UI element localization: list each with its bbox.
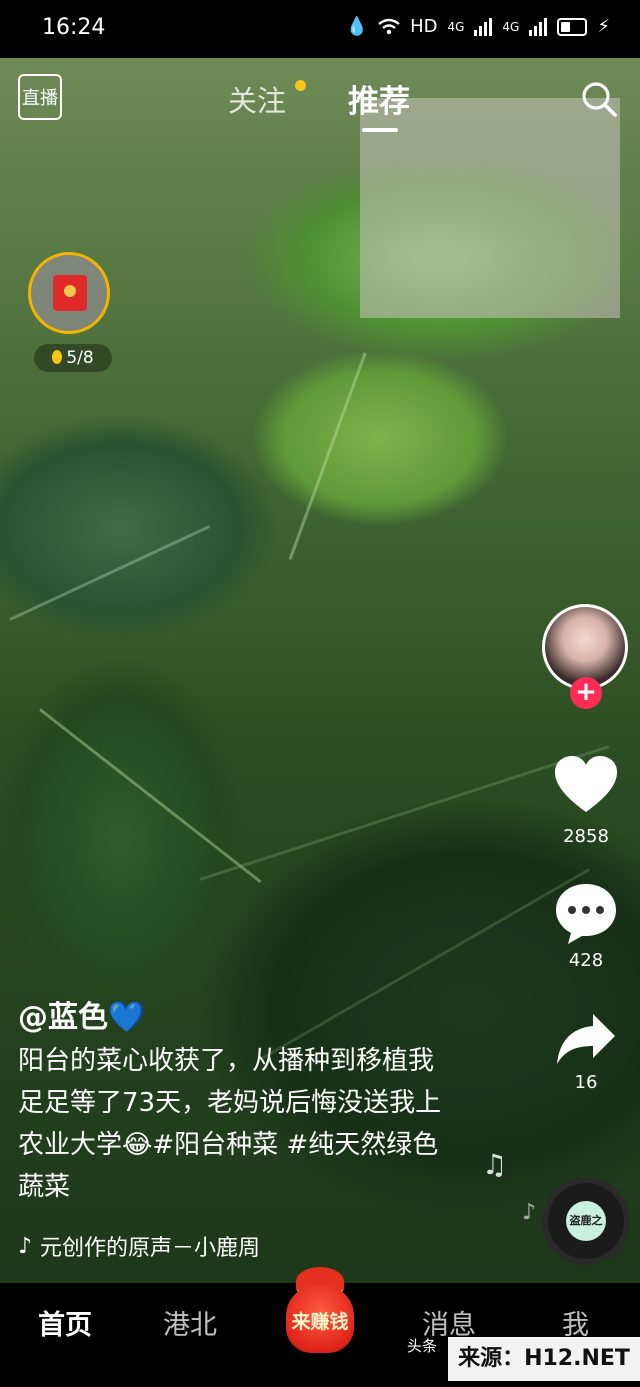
comment-count: 428 [568,950,604,971]
post-caption[interactable]: 阳台的菜心收获了，从播种到移植我足足等了73天，老妈说后悔没送我上农业大学😂#阳… [18,1040,458,1208]
leaf-vein [259,868,590,1061]
tab-following[interactable]: 关注 [228,78,286,120]
share-arrow-icon[interactable] [553,1006,619,1072]
like-count: 2858 [563,826,609,847]
leaf-stem [288,352,367,561]
battery-icon [557,17,588,36]
share-count: 16 [574,1072,598,1093]
source-watermark: 来源：H12.NET [448,1337,640,1381]
active-tab-indicator [362,128,398,132]
music-info[interactable]: ♪ 元创作的原声－小鹿周 [18,1230,260,1262]
wifi-icon [378,18,400,34]
follow-button[interactable]: + [570,677,602,709]
status-time: 16:24 [42,15,106,40]
earn-money-label: 来赚钱 [291,1311,349,1333]
music-note-icon: ♪ [18,1233,33,1259]
floating-note-icon: ♫ [482,1148,508,1181]
comment-icon[interactable] [553,880,619,946]
network-indicator-1: 4G [447,19,465,34]
status-icons: 💧 HD 4G 4G ⚡ [346,16,610,37]
music-title: 元创作的原声－小鹿周 [40,1236,261,1261]
building-window [360,98,620,318]
signal-icon [529,17,548,36]
gold-egg-icon [52,350,63,364]
floating-note-icon: ♪ [522,1200,537,1225]
status-bar: 16:24 💧 HD 4G 4G ⚡ [0,0,640,58]
reward-widget[interactable] [28,252,110,334]
reward-progress[interactable]: 5/8 [34,344,112,372]
tab-recommended[interactable]: 推荐 [348,76,410,121]
nav-home[interactable]: 首页 [38,1303,92,1342]
music-disc[interactable]: 盗鹿之 [542,1177,630,1265]
charging-icon: ⚡ [597,16,610,37]
network-indicator-2: 4G [502,19,520,34]
leaf-stem [39,708,262,884]
leaf-vein [9,525,211,621]
search-icon[interactable] [580,80,618,118]
author-name[interactable]: @蓝色💙 [18,992,145,1036]
disc-label: 盗鹿之 [566,1201,606,1241]
nav-local[interactable]: 港北 [163,1303,217,1342]
leaf-vein [199,745,610,881]
live-button[interactable]: 直播 [18,74,62,120]
signal-icon [474,17,493,36]
reward-progress-text: 5/8 [66,348,94,368]
coin-icon [64,285,76,297]
like-heart-icon[interactable] [553,754,619,820]
headline-tag: 头条 [407,1337,438,1355]
new-content-dot [295,80,306,91]
earn-money-button[interactable]: 来赚钱 [272,1263,368,1359]
hd-indicator: HD [410,16,438,37]
drop-icon: 💧 [345,16,369,37]
